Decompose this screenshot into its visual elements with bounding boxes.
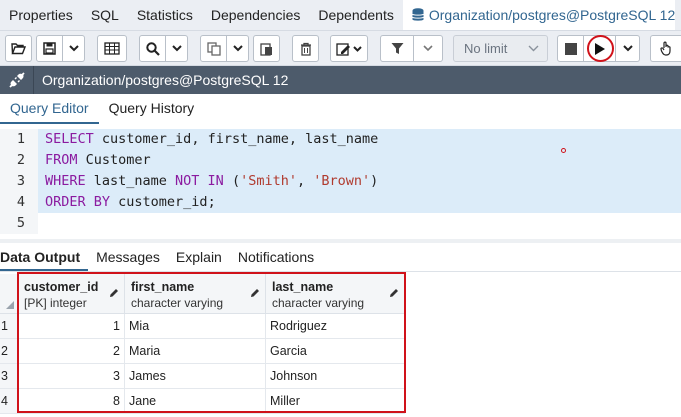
sql-text: customer_id, first_name, last_name [93, 131, 379, 147]
save-button[interactable] [36, 35, 63, 62]
tab-sql[interactable]: SQL [82, 0, 128, 30]
cursor-marker [561, 148, 566, 153]
code-text: FROM Customer [45, 150, 151, 171]
find-dropdown-button[interactable] [166, 35, 188, 62]
sql-keyword: FROM [45, 152, 78, 168]
save-data-changes-button[interactable] [97, 35, 127, 62]
chevron-down-icon [423, 45, 433, 52]
code-text: SELECT customer_id, first_name, last_nam… [45, 129, 378, 150]
sql-keyword: WHERE [45, 173, 86, 189]
edit-button[interactable] [330, 35, 368, 62]
tab-query-tool-label: Organization/postgres@PostgreSQL 12 [428, 6, 676, 23]
chevron-down-icon [622, 45, 633, 52]
toolbar: No limit [0, 31, 681, 66]
sql-keyword: ORDER BY [45, 194, 111, 210]
line-number: 1 [0, 129, 38, 150]
chevron-down-icon [171, 45, 182, 52]
filter-button[interactable] [380, 35, 414, 62]
save-dropdown-button[interactable] [63, 35, 85, 62]
tab-dependencies[interactable]: Dependencies [202, 0, 310, 30]
folder-open-icon [11, 43, 26, 55]
find-button[interactable] [139, 35, 166, 62]
sql-text: customer_id; [110, 194, 216, 210]
plug-connected-icon [8, 72, 25, 88]
sql-text: ( [223, 173, 241, 189]
line-number: 2 [0, 150, 38, 171]
row-number[interactable]: 1 [0, 314, 18, 339]
result-grid-highlight [17, 272, 406, 413]
filter-icon [391, 43, 403, 54]
row-limit-select[interactable]: No limit [453, 35, 548, 62]
top-tab-bar: Properties SQL Statistics Dependencies D… [0, 0, 681, 31]
sql-editor[interactable]: 1 SELECT customer_id, first_name, last_na… [0, 125, 681, 239]
tab-messages[interactable]: Messages [88, 243, 168, 271]
tab-dependents[interactable]: Dependents [309, 0, 403, 30]
code-line[interactable]: 3 WHERE last_name NOT IN ('Smith', 'Brown… [0, 171, 681, 192]
line-number: 4 [0, 192, 38, 213]
paste-icon [260, 42, 272, 56]
row-number[interactable]: 2 [0, 339, 18, 364]
line-number: 3 [0, 171, 38, 192]
line-number: 5 [0, 213, 38, 234]
connection-label: Organization/postgres@PostgreSQL 12 [42, 72, 289, 88]
sql-string: 'Smith' [240, 173, 297, 189]
paste-button[interactable] [253, 35, 280, 62]
code-line[interactable]: 4 ORDER BY customer_id; [0, 192, 681, 213]
chevron-down-icon [68, 45, 79, 52]
chevron-down-icon [232, 45, 243, 52]
tab-properties[interactable]: Properties [0, 0, 82, 30]
search-icon [145, 41, 160, 56]
copy-button[interactable] [200, 35, 227, 62]
delete-button[interactable] [292, 35, 319, 62]
hand-pointer-icon [659, 41, 671, 56]
row-limit-value: No limit [464, 41, 508, 56]
sql-text: Customer [77, 152, 151, 168]
open-file-button[interactable] [5, 35, 32, 62]
chevron-down-icon [528, 45, 539, 52]
tab-query-history[interactable]: Query History [99, 94, 205, 124]
sql-text: last_name [85, 173, 176, 189]
execute-button-highlight [587, 35, 614, 62]
result-tab-bar: Data Output Messages Explain Notificatio… [0, 243, 681, 272]
connection-bar: Organization/postgres@PostgreSQL 12 [0, 66, 681, 94]
trash-icon [300, 42, 311, 56]
code-line[interactable]: 5 [0, 213, 681, 234]
sql-keyword: NOT IN [175, 173, 224, 189]
copy-dropdown-button[interactable] [227, 35, 249, 62]
sql-keyword: SELECT [45, 131, 94, 147]
code-line[interactable]: 2 FROM Customer [0, 150, 681, 171]
edit-icon [336, 42, 362, 56]
table-save-icon [104, 42, 120, 55]
row-number[interactable]: 3 [0, 364, 18, 389]
connection-status-button[interactable] [0, 66, 34, 94]
macros-button[interactable] [650, 35, 681, 62]
tab-query-editor[interactable]: Query Editor [0, 94, 99, 124]
sql-text: , [297, 173, 314, 189]
tab-data-output[interactable]: Data Output [0, 243, 89, 271]
tab-query-tool[interactable]: Organization/postgres@PostgreSQL 12 [402, 0, 676, 30]
copy-icon [206, 41, 221, 56]
stop-button[interactable] [557, 35, 584, 62]
grid-corner[interactable] [0, 274, 18, 314]
tab-statistics[interactable]: Statistics [128, 0, 202, 30]
filter-dropdown-button[interactable] [414, 35, 443, 62]
code-line[interactable]: 1 SELECT customer_id, first_name, last_na… [0, 129, 681, 150]
tab-notifications[interactable]: Notifications [230, 243, 322, 271]
sql-string: 'Brown' [313, 173, 371, 189]
sql-text: ) [370, 173, 379, 189]
database-icon [411, 8, 424, 22]
execute-dropdown-button[interactable] [616, 35, 640, 62]
save-icon [43, 42, 56, 55]
code-text: ORDER BY customer_id; [45, 192, 216, 213]
editor-tab-bar: Query Editor Query History [0, 94, 681, 124]
stop-icon [564, 42, 577, 55]
tab-explain[interactable]: Explain [168, 243, 230, 271]
row-number[interactable]: 4 [0, 389, 18, 414]
code-text: WHERE last_name NOT IN ('Smith', 'Brown'… [45, 171, 378, 192]
